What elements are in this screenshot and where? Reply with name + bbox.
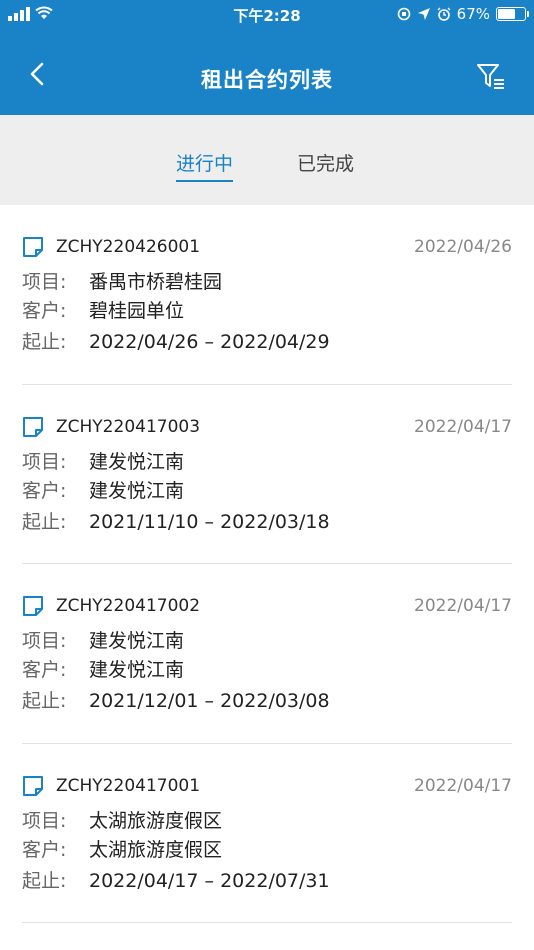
contract-card[interactable]: ZCHY220417001 2022/04/17 项目: 太湖旅游度假区 客户: 太… <box>22 744 512 923</box>
project-label: 项目: <box>22 809 67 832</box>
contract-date: 2022/04/17 <box>414 775 512 796</box>
contract-date: 2022/04/26 <box>414 237 512 257</box>
document-icon <box>23 237 43 257</box>
period-row: 起止: 2021/12/01 – 2022/03/08 <box>22 686 330 713</box>
client-label: 客户: <box>22 838 67 861</box>
filter-list-icon[interactable] <box>476 62 506 92</box>
orientation-lock-icon <box>397 7 410 21</box>
client-label: 客户: <box>22 300 67 322</box>
alarm-icon <box>437 7 451 21</box>
project-label: 项目: <box>22 630 67 652</box>
tab-ongoing[interactable]: 进行中 <box>176 149 234 182</box>
project-value: 番禺市桥碧桂园 <box>89 271 223 293</box>
tab-completed[interactable]: 已完成 <box>297 149 354 180</box>
period-value: 2022/04/26 – 2022/04/29 <box>89 331 330 353</box>
client-label: 客户: <box>22 659 67 681</box>
status-tabs: 进行中 已完成 <box>0 115 534 205</box>
client-value: 碧桂园单位 <box>89 300 185 322</box>
period-label: 起止: <box>22 331 67 353</box>
project-row: 项目: 太湖旅游度假区 <box>22 806 222 833</box>
contract-card[interactable]: ZCHY220417003 2022/04/17 项目: 建发悦江南 客户: 建发悦… <box>22 385 512 564</box>
battery-percent: 67% <box>456 5 490 23</box>
project-row: 项目: 建发悦江南 <box>22 447 184 474</box>
battery-fill <box>498 9 516 19</box>
document-icon <box>23 416 43 437</box>
contract-date: 2022/04/17 <box>414 416 512 437</box>
period-value: 2021/11/10 – 2022/03/18 <box>89 510 330 533</box>
client-row: 客户: 建发悦江南 <box>22 655 184 682</box>
contract-list: ZCHY220426001 2022/04/26 项目: 番禺市桥碧桂园 客户: 碧… <box>0 205 534 923</box>
status-bar: 下午2:28 67% <box>0 0 534 30</box>
contract-code: ZCHY220426001 <box>56 237 201 257</box>
page-title: 租出合约列表 <box>201 68 333 92</box>
period-label: 起止: <box>22 510 67 533</box>
period-row: 起止: 2022/04/26 – 2022/04/29 <box>22 327 330 354</box>
contract-code: ZCHY220417001 <box>56 775 201 796</box>
contract-card[interactable]: ZCHY220426001 2022/04/26 项目: 番禺市桥碧桂园 客户: 碧… <box>22 205 512 385</box>
project-row: 项目: 建发悦江南 <box>22 626 184 653</box>
location-icon <box>417 8 430 20</box>
project-row: 项目: 番禺市桥碧桂园 <box>22 267 222 294</box>
client-row: 客户: 建发悦江南 <box>22 476 184 503</box>
nav-bar: 租出合约列表 <box>0 30 534 115</box>
project-value: 建发悦江南 <box>89 450 185 473</box>
contract-code: ZCHY220417002 <box>56 596 201 616</box>
contract-code: ZCHY220417003 <box>56 416 201 437</box>
project-value: 建发悦江南 <box>89 630 185 652</box>
period-row: 起止: 2022/04/17 – 2022/07/31 <box>22 866 330 893</box>
client-row: 客户: 碧桂园单位 <box>22 296 184 323</box>
client-row: 客户: 太湖旅游度假区 <box>22 835 222 862</box>
period-label: 起止: <box>22 690 67 712</box>
contract-date: 2022/04/17 <box>414 596 512 616</box>
project-label: 项目: <box>22 450 67 473</box>
period-value: 2021/12/01 – 2022/03/08 <box>89 690 330 712</box>
period-value: 2022/04/17 – 2022/07/31 <box>89 869 330 892</box>
project-value: 太湖旅游度假区 <box>89 809 223 832</box>
client-value: 建发悦江南 <box>89 479 185 502</box>
battery-icon <box>496 7 529 21</box>
client-value: 建发悦江南 <box>89 659 185 681</box>
project-label: 项目: <box>22 271 67 293</box>
status-right: 67% <box>397 5 529 23</box>
client-value: 太湖旅游度假区 <box>89 838 223 861</box>
document-icon <box>23 596 43 616</box>
contract-card[interactable]: ZCHY220417002 2022/04/17 项目: 建发悦江南 客户: 建发悦… <box>22 564 512 744</box>
period-label: 起止: <box>22 869 67 892</box>
client-label: 客户: <box>22 479 67 502</box>
period-row: 起止: 2021/11/10 – 2022/03/18 <box>22 507 330 534</box>
document-icon <box>23 775 43 796</box>
